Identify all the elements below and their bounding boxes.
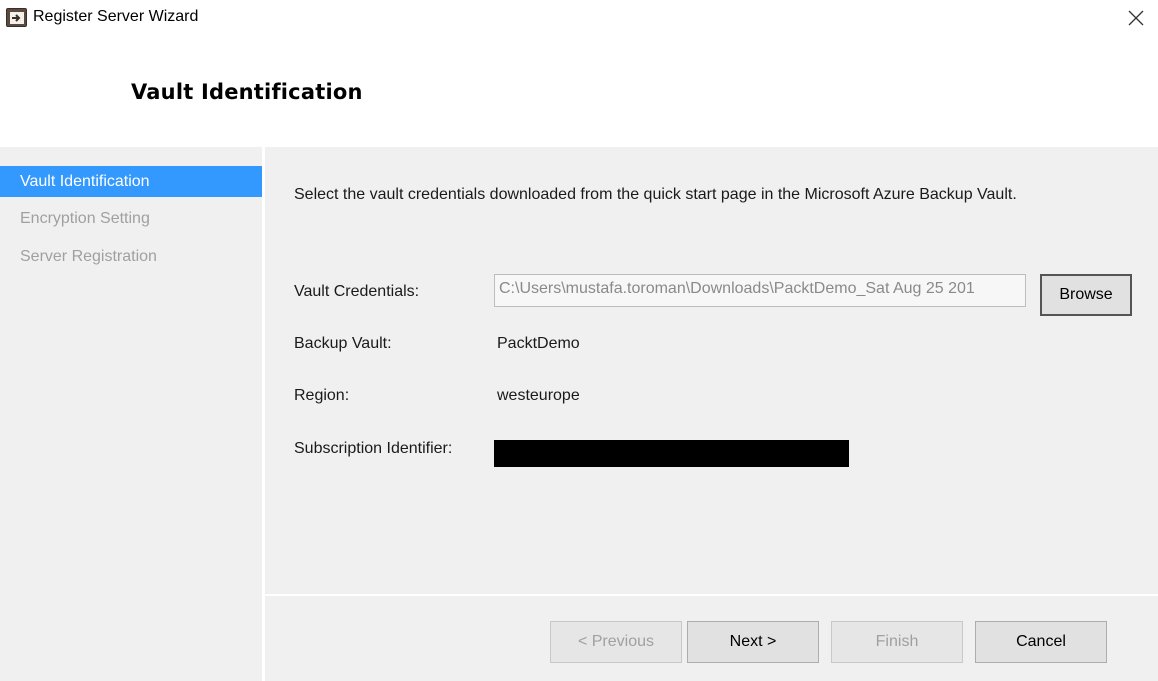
vault-credentials-field: C:\Users\mustafa.toroman\Downloads\Packt… <box>494 274 1026 307</box>
previous-button[interactable]: < Previous <box>550 621 682 663</box>
subscription-identifier-redacted <box>494 440 849 467</box>
title-bar: Register Server Wizard <box>0 0 1158 36</box>
next-button[interactable]: Next > <box>687 621 819 663</box>
wizard-steps-sidebar: Vault Identification Encryption Setting … <box>0 147 262 681</box>
region-label: Region: <box>294 387 350 404</box>
sidebar-item-vault-identification[interactable]: Vault Identification <box>0 166 262 197</box>
vault-credentials-label: Vault Credentials: <box>294 283 420 300</box>
wizard-header: Vault Identification <box>0 36 1158 147</box>
wizard-footer: < Previous Next > Finish Cancel <box>265 596 1158 681</box>
main-content: Select the vault credentials downloaded … <box>265 147 1158 594</box>
finish-button[interactable]: Finish <box>831 621 963 663</box>
close-icon[interactable] <box>1122 4 1150 32</box>
wizard-app-icon <box>6 8 27 27</box>
page-heading: Vault Identification <box>131 80 363 104</box>
subscription-identifier-label: Subscription Identifier: <box>294 440 453 457</box>
sidebar-item-server-registration: Server Registration <box>20 248 157 265</box>
intro-text: Select the vault credentials downloaded … <box>294 186 1017 203</box>
window-title: Register Server Wizard <box>33 8 199 25</box>
browse-button[interactable]: Browse <box>1040 274 1132 316</box>
sidebar-item-encryption-setting: Encryption Setting <box>20 210 150 227</box>
cancel-button[interactable]: Cancel <box>975 621 1107 663</box>
backup-vault-value: PacktDemo <box>497 335 580 352</box>
region-value: westeurope <box>497 387 580 404</box>
backup-vault-label: Backup Vault: <box>294 335 392 352</box>
